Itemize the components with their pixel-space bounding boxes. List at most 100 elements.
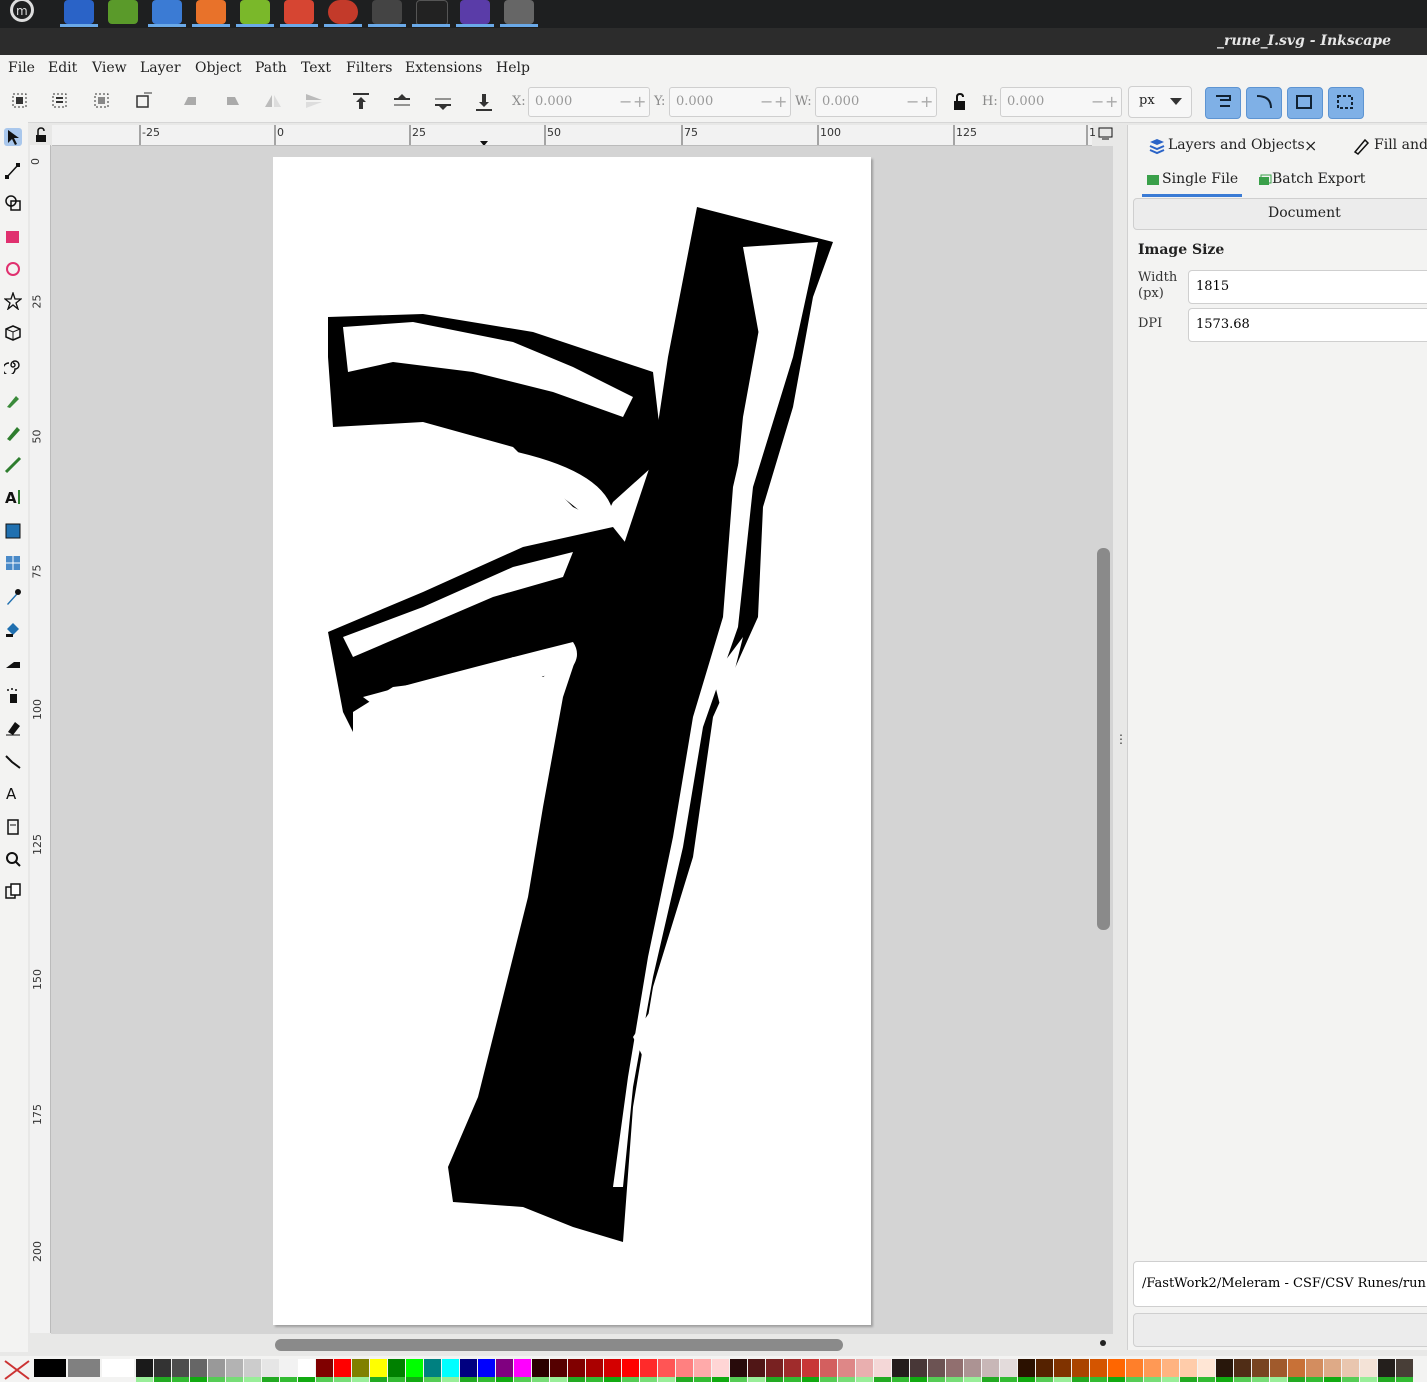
swatch[interactable] [928, 1359, 945, 1377]
bluetooth-icon[interactable] [64, 0, 94, 24]
tab-layers-and-objects[interactable]: Layers and Objects [1168, 137, 1305, 153]
monitor-icon[interactable] [1098, 127, 1114, 141]
swatch[interactable] [1198, 1359, 1215, 1377]
swatch[interactable] [874, 1359, 891, 1377]
swatch[interactable] [1162, 1377, 1179, 1382]
swatch[interactable] [532, 1359, 549, 1377]
swatch[interactable] [424, 1359, 441, 1377]
selector-tool-icon[interactable] [4, 128, 22, 146]
swatch[interactable] [1216, 1377, 1233, 1382]
pages-tool-icon[interactable] [4, 818, 22, 836]
swatch[interactable] [820, 1359, 837, 1377]
swatch[interactable] [262, 1377, 279, 1382]
swatch[interactable] [514, 1377, 531, 1382]
swatch[interactable] [1180, 1359, 1197, 1377]
swatch[interactable] [892, 1377, 909, 1382]
swatch[interactable] [964, 1377, 981, 1382]
menu-view[interactable]: View [92, 60, 127, 76]
swatch[interactable] [442, 1359, 459, 1377]
clone-tool-icon[interactable] [4, 882, 22, 900]
swatch[interactable] [1360, 1377, 1377, 1382]
select-all-layers-icon[interactable] [50, 91, 72, 113]
swatch[interactable] [1090, 1377, 1107, 1382]
swatch[interactable] [694, 1377, 711, 1382]
zoom-tool-icon[interactable] [4, 850, 22, 868]
swatch[interactable] [352, 1377, 369, 1382]
node-tool-icon[interactable] [4, 162, 22, 180]
swatch[interactable] [784, 1359, 801, 1377]
swatch[interactable] [1054, 1377, 1071, 1382]
lower-icon[interactable] [432, 91, 454, 113]
swatch[interactable] [334, 1377, 351, 1382]
swatch[interactable] [928, 1377, 945, 1382]
w-field[interactable]: − + [815, 87, 937, 117]
rune-artwork[interactable] [273, 157, 871, 1325]
export-single-file-tab[interactable]: Single File [1142, 168, 1242, 197]
swatch[interactable] [154, 1377, 171, 1382]
swatch[interactable] [1306, 1359, 1323, 1377]
swatch[interactable] [712, 1377, 729, 1382]
h-minus-button[interactable]: − [1091, 92, 1104, 111]
swatch[interactable] [1162, 1359, 1179, 1377]
swatch[interactable] [1000, 1359, 1017, 1377]
x-field[interactable]: − + [528, 87, 650, 117]
swatch[interactable] [1270, 1359, 1287, 1377]
swatch[interactable] [1144, 1377, 1161, 1382]
swatch[interactable] [802, 1377, 819, 1382]
swatch[interactable] [1216, 1359, 1233, 1377]
y-minus-button[interactable]: − [760, 92, 773, 111]
swatch[interactable] [1324, 1377, 1341, 1382]
menu-filters[interactable]: Filters [346, 60, 392, 76]
pen-tool-icon[interactable] [4, 392, 22, 410]
swatch[interactable] [1234, 1359, 1251, 1377]
swatch[interactable] [370, 1359, 387, 1377]
menu-layer[interactable]: Layer [140, 60, 181, 76]
swatch[interactable] [1306, 1377, 1323, 1382]
scale-corners-toggle[interactable] [1246, 87, 1282, 119]
pencil-tool-icon[interactable] [4, 424, 22, 442]
swatch[interactable] [766, 1359, 783, 1377]
swatch[interactable] [1378, 1377, 1395, 1382]
swatch[interactable] [208, 1377, 225, 1382]
transform-gradients-toggle[interactable] [1287, 87, 1323, 119]
swatch[interactable] [982, 1359, 999, 1377]
rotate-cw-icon[interactable] [221, 91, 243, 113]
deselect-icon[interactable] [92, 91, 114, 113]
swatch-black[interactable] [34, 1359, 66, 1377]
menu-path[interactable]: Path [255, 60, 287, 76]
swatch[interactable] [838, 1359, 855, 1377]
swatch[interactable] [370, 1377, 387, 1382]
calculator-icon[interactable] [372, 0, 402, 24]
swatch[interactable] [982, 1377, 999, 1382]
swatch[interactable] [496, 1377, 513, 1382]
swatch[interactable] [1252, 1359, 1269, 1377]
canvas[interactable] [51, 146, 1113, 1334]
rectangle-tool-icon[interactable] [4, 228, 22, 246]
swatch[interactable] [550, 1359, 567, 1377]
swatch[interactable] [568, 1377, 585, 1382]
brave-icon[interactable] [196, 0, 226, 24]
swatch[interactable] [154, 1359, 171, 1377]
swatch[interactable] [1036, 1377, 1053, 1382]
swatch[interactable] [586, 1359, 603, 1377]
shape-builder-icon[interactable] [4, 194, 22, 212]
app-icon-green[interactable] [240, 0, 270, 24]
swatch[interactable] [406, 1359, 423, 1377]
swatch[interactable] [748, 1359, 765, 1377]
swatch[interactable] [334, 1359, 351, 1377]
swatch[interactable] [1396, 1359, 1413, 1377]
swatch[interactable] [946, 1359, 963, 1377]
swatch[interactable] [604, 1377, 621, 1382]
export-batch-tab[interactable]: Batch Export [1258, 168, 1398, 194]
swatch[interactable] [244, 1359, 261, 1377]
swatch[interactable] [226, 1377, 243, 1382]
x-minus-button[interactable]: − [619, 92, 632, 111]
home-folder-icon[interactable] [152, 0, 182, 24]
swatch[interactable] [172, 1359, 189, 1377]
h-field[interactable]: − + [1000, 87, 1122, 117]
paint-bucket-icon[interactable] [4, 620, 22, 638]
swatch[interactable] [856, 1377, 873, 1382]
ellipse-tool-icon[interactable] [4, 260, 22, 278]
rotate-ccw-icon[interactable] [180, 91, 202, 113]
tab-fill-and-stroke[interactable]: Fill and [1374, 137, 1427, 153]
